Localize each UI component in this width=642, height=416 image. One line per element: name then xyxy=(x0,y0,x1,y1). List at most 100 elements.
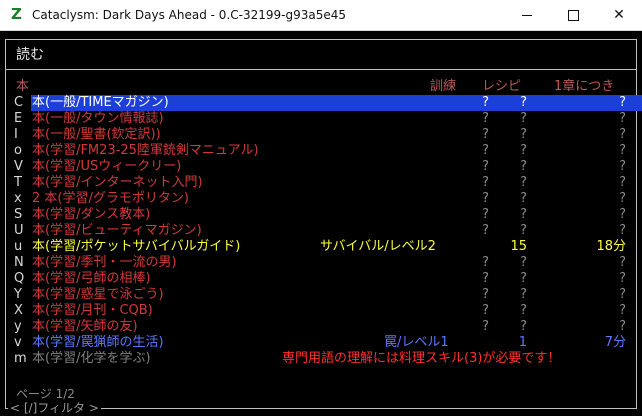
row-exercise xyxy=(429,335,489,351)
row-hotkey: X xyxy=(14,303,23,318)
maximize-icon xyxy=(568,10,579,21)
row-time: ? xyxy=(619,111,626,126)
book-row[interactable]: o 本(学習/FM23-25陸軍銃剣マニュアル)??? xyxy=(14,143,630,159)
row-hotkey: Y xyxy=(14,287,22,302)
row-recipes xyxy=(484,351,527,367)
row-hotkey: u xyxy=(14,239,23,254)
book-row[interactable]: N 本(学習/季刊・一流の男)??? xyxy=(14,255,630,271)
book-row[interactable]: X 本(学習/月刊・CQB)??? xyxy=(14,303,630,319)
row-book-name: 本(学習/USウィークリー) xyxy=(32,159,182,174)
row-book-name: 本(学習/矢師の友) xyxy=(32,319,138,334)
row-hotkey: S xyxy=(14,207,23,222)
filter-hint[interactable]: < [/]フィルタ > xyxy=(8,402,101,414)
book-row[interactable]: C 本(一般/TIMEマガジン)??? xyxy=(14,95,642,111)
book-row[interactable]: u 本(学習/ポケットサバイバルガイド) サバイバル/レベル2 15 18分 xyxy=(14,239,630,255)
frame-top-border xyxy=(5,39,637,40)
row-hotkey: I xyxy=(14,127,18,142)
minimize-button[interactable] xyxy=(504,0,550,30)
maximize-button[interactable] xyxy=(550,0,596,30)
column-exercise-header: 訓練 xyxy=(430,79,457,94)
book-row[interactable]: E 本(一般/タウン情報誌)??? xyxy=(14,111,630,127)
column-time-header: 1章につき xyxy=(554,79,615,94)
row-hotkey: N xyxy=(14,255,24,270)
row-book-name: 本(学習/罠猟師の生活) xyxy=(32,335,164,350)
row-time: 18分 xyxy=(596,239,626,254)
menu-title: 読む xyxy=(16,47,44,63)
row-book-name: 本(学習/季刊・一流の男) xyxy=(32,255,177,270)
row-recipes: ? xyxy=(520,95,527,110)
row-time xyxy=(534,351,626,367)
book-row[interactable]: m 本(学習/化学を学ぶ) 専門用語の理解には料理スキル(3)が必要です！ xyxy=(14,351,630,367)
game-window: Z Cataclysm: Dark Days Ahead - 0.C-32199… xyxy=(0,0,642,416)
row-recipes: ? xyxy=(520,287,527,302)
page-indicator: ページ 1/2 xyxy=(16,387,75,401)
row-recipes: 15 xyxy=(510,239,527,254)
book-row[interactable]: y 本(学習/矢師の友)??? xyxy=(14,319,630,335)
row-recipes: ? xyxy=(520,143,527,158)
row-time: ? xyxy=(619,191,626,206)
row-time: ? xyxy=(619,207,626,222)
column-name-header: 本 xyxy=(16,79,30,94)
row-book-name: 本(学習/ビューティマガジン) xyxy=(32,223,202,238)
row-time: ? xyxy=(619,127,626,142)
row-time: ? xyxy=(619,319,626,334)
book-row[interactable]: Y 本(学習/惑星で泳ごう)??? xyxy=(14,287,630,303)
row-recipes: ? xyxy=(520,271,527,286)
row-recipes: ? xyxy=(520,207,527,222)
row-time: ? xyxy=(619,287,626,302)
row-exercise: ? xyxy=(482,255,489,270)
row-book-name: 本(学習/インターネット入門) xyxy=(32,175,203,190)
book-row[interactable]: v 本(学習/罠猟師の生活) 罠/レベル1 1 7分 xyxy=(14,335,630,351)
row-recipes: 1 xyxy=(518,335,527,350)
book-row[interactable]: I 本(一般/聖書(欽定訳))??? xyxy=(14,127,630,143)
book-row[interactable]: V 本(学習/USウィークリー)??? xyxy=(14,159,630,175)
row-hotkey: m xyxy=(14,351,27,366)
row-book-name: 2 本(学習/グラモポリタン) xyxy=(32,191,189,206)
title-bar[interactable]: Z Cataclysm: Dark Days Ahead - 0.C-32199… xyxy=(0,0,642,31)
book-row[interactable]: U 本(学習/ビューティマガジン)??? xyxy=(14,223,630,239)
close-icon: ✕ xyxy=(613,7,625,23)
row-time: ? xyxy=(619,223,626,238)
row-exercise: ? xyxy=(482,127,489,142)
row-book-name: 本(一般/タウン情報誌) xyxy=(32,111,164,126)
book-row[interactable]: Q 本(学習/弓師の相棒)??? xyxy=(14,271,630,287)
row-recipes: ? xyxy=(520,175,527,190)
row-recipes: ? xyxy=(520,111,527,126)
row-exercise: ? xyxy=(482,271,489,286)
app-icon: Z xyxy=(11,5,22,23)
row-book-name: 本(一般/TIMEマガジン) xyxy=(32,95,169,110)
row-hotkey: y xyxy=(14,319,22,334)
frame-divider xyxy=(5,69,637,70)
row-exercise: ? xyxy=(482,303,489,318)
row-recipes: ? xyxy=(520,319,527,334)
book-row[interactable]: T 本(学習/インターネット入門)??? xyxy=(14,175,630,191)
terminal-area: 読む 本 訓練 レシピ 1章につき C 本(一般/TIMEマガジン)??? E 本(一… xyxy=(0,31,642,416)
row-exercise: ? xyxy=(482,175,489,190)
row-time: ? xyxy=(619,143,626,158)
row-exercise: ? xyxy=(482,223,489,238)
row-hotkey: E xyxy=(14,111,23,126)
minimize-icon xyxy=(522,15,532,16)
row-time: ? xyxy=(619,95,626,110)
row-book-name: 本(学習/化学を学ぶ) xyxy=(32,351,151,366)
row-exercise: ? xyxy=(482,287,489,302)
book-row[interactable]: S 本(学習/ダンス教本)??? xyxy=(14,207,630,223)
row-recipes: ? xyxy=(520,159,527,174)
row-book-name: 本(学習/惑星で泳ごう) xyxy=(32,287,164,302)
row-hotkey: v xyxy=(14,335,22,350)
row-hotkey: x xyxy=(14,191,22,206)
row-hotkey: T xyxy=(14,175,22,190)
row-recipes: ? xyxy=(520,191,527,206)
close-button[interactable]: ✕ xyxy=(596,0,642,30)
row-exercise: ? xyxy=(482,111,489,126)
row-time: 7分 xyxy=(604,335,626,350)
window-title: Cataclysm: Dark Days Ahead - 0.C-32199-g… xyxy=(32,8,346,22)
row-time: ? xyxy=(619,255,626,270)
row-book-name: 本(学習/月刊・CQB) xyxy=(32,303,153,318)
row-exercise: ? xyxy=(482,95,489,110)
row-time: ? xyxy=(619,303,626,318)
book-row[interactable]: x 2 本(学習/グラモポリタン)??? xyxy=(14,191,630,207)
row-book-name: 本(学習/弓師の相棒) xyxy=(32,271,151,286)
row-exercise xyxy=(429,239,489,255)
row-recipes: ? xyxy=(520,303,527,318)
